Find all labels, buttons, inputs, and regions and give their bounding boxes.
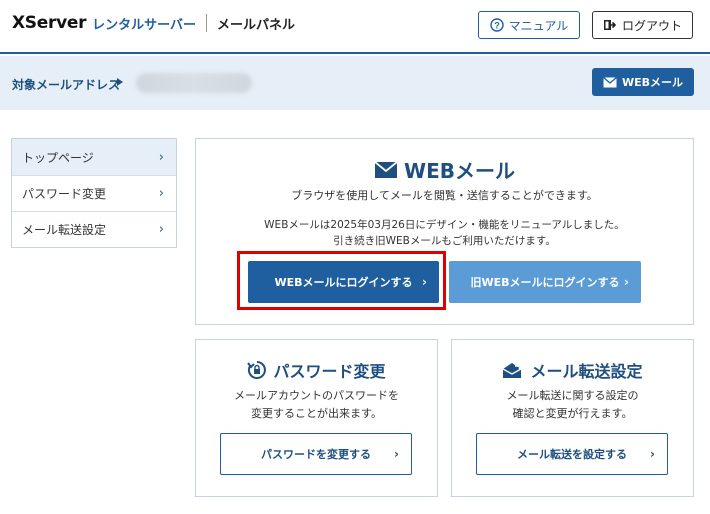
manual-button[interactable]: ? マニュアル — [478, 11, 580, 39]
logout-label: ログアウト — [621, 18, 682, 33]
svg-text:?: ? — [494, 21, 500, 31]
mail-icon — [374, 160, 398, 179]
mail-icon — [603, 76, 617, 88]
password-title-text: パスワード変更 — [273, 362, 386, 381]
forwarding-title-text: メール転送設定 — [530, 362, 643, 381]
forwarding-desc-line1: メール転送に関する設定の — [506, 389, 639, 402]
sidebar-item-label: トップページ — [22, 150, 94, 165]
password-card-title: パスワード変更 — [196, 358, 437, 382]
logo-brand: XServer — [12, 13, 87, 33]
sidebar-item-label: メール転送設定 — [22, 223, 107, 237]
highlight-frame — [237, 251, 446, 310]
mail-forward-icon — [502, 361, 524, 379]
webmail-notice-line2: 引き続き旧WEBメールもご利用いただけます。 — [333, 235, 556, 247]
logo-service: レンタルサーバー — [92, 17, 197, 33]
password-desc-line1: メールアカウントのパスワードを — [234, 389, 399, 402]
set-forwarding-label: メール転送を設定する — [517, 448, 627, 461]
change-password-label: パスワードを変更する — [261, 448, 371, 461]
logo[interactable]: XServer レンタルサーバー メールパネル — [12, 13, 295, 33]
logo-divider — [206, 14, 208, 32]
chevron-right-icon: › — [394, 447, 399, 461]
change-password-button[interactable]: パスワードを変更する › — [220, 433, 412, 475]
panel-name: メールパネル — [217, 17, 296, 33]
forwarding-desc-line2: 確認と変更が行えます。 — [512, 407, 633, 420]
help-circle-icon: ? — [489, 18, 504, 32]
sidebar-item-forwarding[interactable]: メール転送設定 › — [12, 211, 176, 247]
sidebar-item-top[interactable]: トップページ › — [12, 139, 176, 175]
set-forwarding-button[interactable]: メール転送を設定する › — [476, 433, 668, 475]
old-webmail-login-label: 旧WEBメールにログインする — [470, 276, 620, 289]
chevron-right-icon: › — [158, 222, 164, 237]
address-bar: 対象メールアドレス WEBメール — [0, 56, 710, 110]
sidebar-item-label: パスワード変更 — [22, 187, 107, 201]
chevron-right-icon: › — [158, 186, 164, 201]
sidebar-item-password[interactable]: パスワード変更 › — [12, 175, 176, 211]
sidebar: トップページ › パスワード変更 › メール転送設定 › — [11, 138, 177, 248]
webmail-header-label: WEBメール — [621, 76, 684, 89]
password-desc-line2: 変更することが出来ます。 — [251, 407, 382, 420]
webmail-title-text: WEBメール — [404, 159, 515, 183]
arrow-right-icon — [117, 78, 123, 86]
webmail-header-button[interactable]: WEBメール — [592, 68, 694, 96]
logout-icon — [603, 18, 617, 32]
manual-label: マニュアル — [508, 18, 569, 33]
redacted-email-address — [136, 73, 252, 93]
target-address-label: 対象メールアドレス — [12, 78, 121, 92]
webmail-card-title: WEBメール — [196, 155, 693, 184]
chevron-right-icon: › — [624, 275, 629, 289]
webmail-description: ブラウザを使用してメールを閲覧・送信することができます。 — [291, 189, 598, 202]
old-webmail-login-button[interactable]: 旧WEBメールにログインする › — [449, 261, 641, 303]
header: XServer レンタルサーバー メールパネル ? マニュアル ログアウト — [0, 0, 710, 54]
forwarding-card-title: メール転送設定 — [452, 358, 693, 382]
chevron-right-icon: › — [650, 447, 655, 461]
logout-button[interactable]: ログアウト — [592, 11, 693, 39]
lock-refresh-icon — [247, 360, 267, 380]
chevron-right-icon: › — [158, 149, 164, 165]
